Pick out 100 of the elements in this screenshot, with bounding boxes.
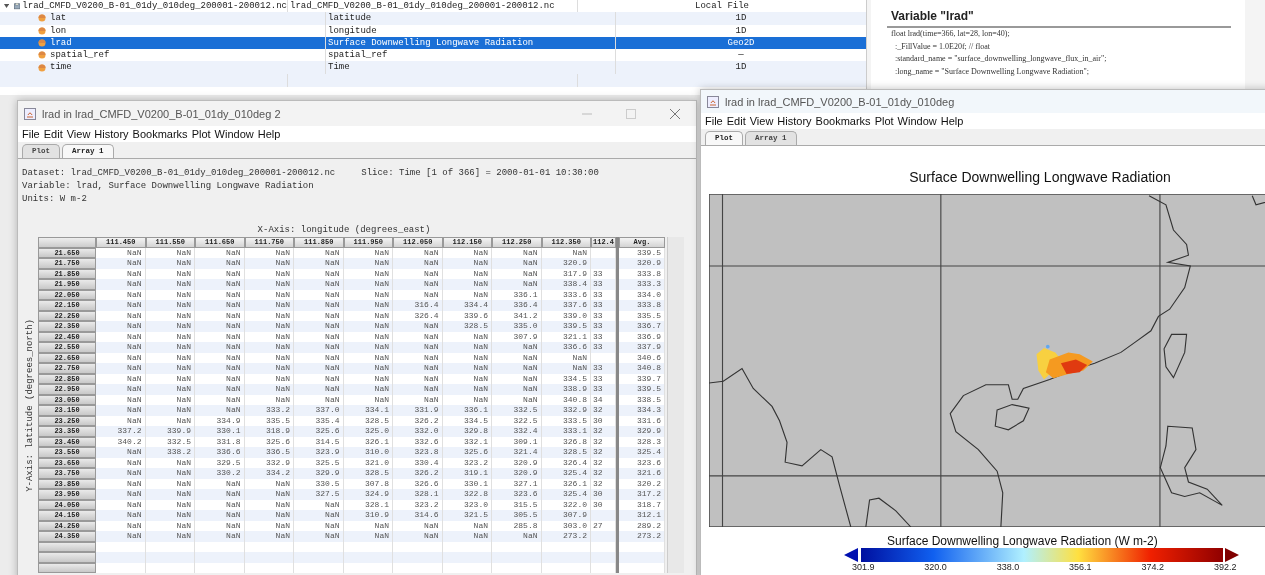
table-cell: 335.0 (492, 321, 542, 332)
app-icon (707, 95, 719, 108)
variable-description: Surface Downwelling Longwave Radiation (326, 36, 616, 50)
y-axis-label: Y-Axis: latitude (degrees_north) (25, 318, 35, 492)
table-cell: 325.0 (343, 426, 393, 437)
variable-icon (38, 51, 46, 60)
table-cell: 332.5 (492, 405, 542, 416)
table-cell: 33 (591, 363, 616, 374)
table-cell: 317.2 (619, 489, 665, 500)
table-cell: NaN (96, 300, 146, 311)
table-cell: NaN (294, 363, 344, 374)
dataset-name: lrad_CMFD_V0200_B-01_01dy_010deg_200001-200012.nc (22, 0, 287, 13)
table-cell: 336.1 (442, 405, 492, 416)
table-cell: 337.2 (96, 426, 146, 437)
table-cell: 307.9 (541, 510, 591, 521)
table-cell: NaN (393, 363, 443, 374)
table-cell: NaN (294, 300, 344, 311)
menu-item[interactable]: Window (214, 126, 254, 142)
table-cell: 334.4 (442, 300, 492, 311)
table-cell: NaN (244, 489, 294, 500)
variable-icon (38, 26, 46, 35)
table-cell: NaN (96, 321, 146, 332)
table-cell: 273.2 (619, 531, 665, 542)
variable-name: spatial_ref (50, 49, 110, 62)
table-cell: NaN (96, 384, 146, 395)
menu-item[interactable]: View (66, 126, 91, 142)
table-cell: 325.4 (541, 468, 591, 479)
table-cell: NaN (145, 384, 195, 395)
variable-description: latitude (326, 12, 616, 25)
maximize-icon[interactable] (626, 108, 636, 119)
menu-item[interactable]: Plot (191, 126, 211, 142)
table-cell: 33 (591, 279, 616, 290)
colorbar-tick-label: 320.0 (924, 562, 947, 572)
table-cell: NaN (96, 405, 146, 416)
table-cell: 333.2 (244, 405, 294, 416)
table-cell: NaN (195, 405, 245, 416)
menu-item[interactable]: Bookmarks (815, 113, 871, 129)
colorbar-tick-label: 356.1 (1069, 562, 1092, 572)
table-cell: 339.5 (619, 384, 665, 395)
table-cell: NaN (195, 300, 245, 311)
table-cell: 328.5 (343, 468, 393, 479)
tree-row[interactable]: time Time 1D (0, 61, 866, 74)
table-cell: 336.5 (244, 447, 294, 458)
table-cell: NaN (541, 363, 591, 374)
table-cell: NaN (96, 447, 146, 458)
table-cell: NaN (492, 384, 542, 395)
menu-item[interactable]: File (705, 113, 723, 129)
variable-type: 1D (734, 12, 748, 25)
variable-type: 1D (734, 61, 748, 74)
table-cell: 33 (591, 300, 616, 311)
menu-item[interactable]: Edit (726, 113, 746, 129)
table-cell: NaN (145, 510, 195, 521)
colorbar-tick-label: 392.2 (1213, 562, 1237, 572)
table-cell: NaN (244, 510, 294, 521)
table-cell: NaN (492, 363, 542, 374)
table-cell: 332.0 (393, 426, 443, 437)
close-icon[interactable] (670, 108, 680, 119)
table-cell: NaN (96, 342, 146, 353)
table-cell: NaN (145, 300, 195, 311)
colorbar-tick-label: 374.2 (1141, 562, 1164, 572)
table-cell: 326.2 (393, 468, 443, 479)
table-cell: NaN (195, 342, 245, 353)
table-cell: 312.1 (619, 510, 665, 521)
tree-row[interactable]: lrad Surface Downwelling Longwave Radiation Geo2D (0, 36, 866, 50)
menu-item[interactable]: Plot (874, 113, 894, 129)
table-cell: NaN (343, 531, 393, 542)
table-cell: 338.4 (541, 279, 591, 290)
tree-row[interactable]: lon longitude 1D (0, 24, 866, 37)
table-cell: NaN (294, 531, 344, 542)
menu-item[interactable]: Help (940, 113, 964, 129)
table-cell: 318.9 (244, 426, 294, 437)
code-line: :standard_name = "surface_downwelling_longwave_flux_in_air"; (894, 53, 1108, 65)
menu-item[interactable]: Edit (43, 126, 63, 142)
dataset-type: Local File (694, 0, 750, 13)
table-cell: 32 (591, 468, 616, 479)
table-cell: 338.2 (145, 447, 195, 458)
table-cell: NaN (343, 321, 393, 332)
menu-item[interactable]: File (22, 126, 40, 142)
table-cell: NaN (145, 468, 195, 479)
table-cell: 321.6 (619, 468, 665, 479)
table-cell: NaN (343, 279, 393, 290)
table-cell: NaN (343, 342, 393, 353)
variable-name: lon (50, 24, 67, 37)
table-cell: NaN (294, 384, 344, 395)
table-cell: NaN (393, 342, 443, 353)
menu-item[interactable]: Window (897, 113, 937, 129)
slice-label: Slice: Time [1 of 366] = 2000-01-01 10:30:00 (361, 168, 599, 178)
menu-item[interactable]: History (94, 126, 129, 142)
table-cell: NaN (343, 363, 393, 374)
caret-icon[interactable] (4, 2, 10, 11)
row-header (38, 562, 96, 573)
table-cell: NaN (294, 279, 344, 290)
table-cell: NaN (195, 321, 245, 332)
tree-row[interactable]: lat latitude 1D (0, 12, 866, 25)
menu-item[interactable]: Help (257, 126, 281, 142)
menu-item[interactable]: Bookmarks (132, 126, 188, 142)
table-cell: NaN (244, 279, 294, 290)
scrollbar[interactable] (667, 237, 684, 573)
menu-item[interactable]: History (777, 113, 812, 129)
menu-item[interactable]: View (749, 113, 774, 129)
